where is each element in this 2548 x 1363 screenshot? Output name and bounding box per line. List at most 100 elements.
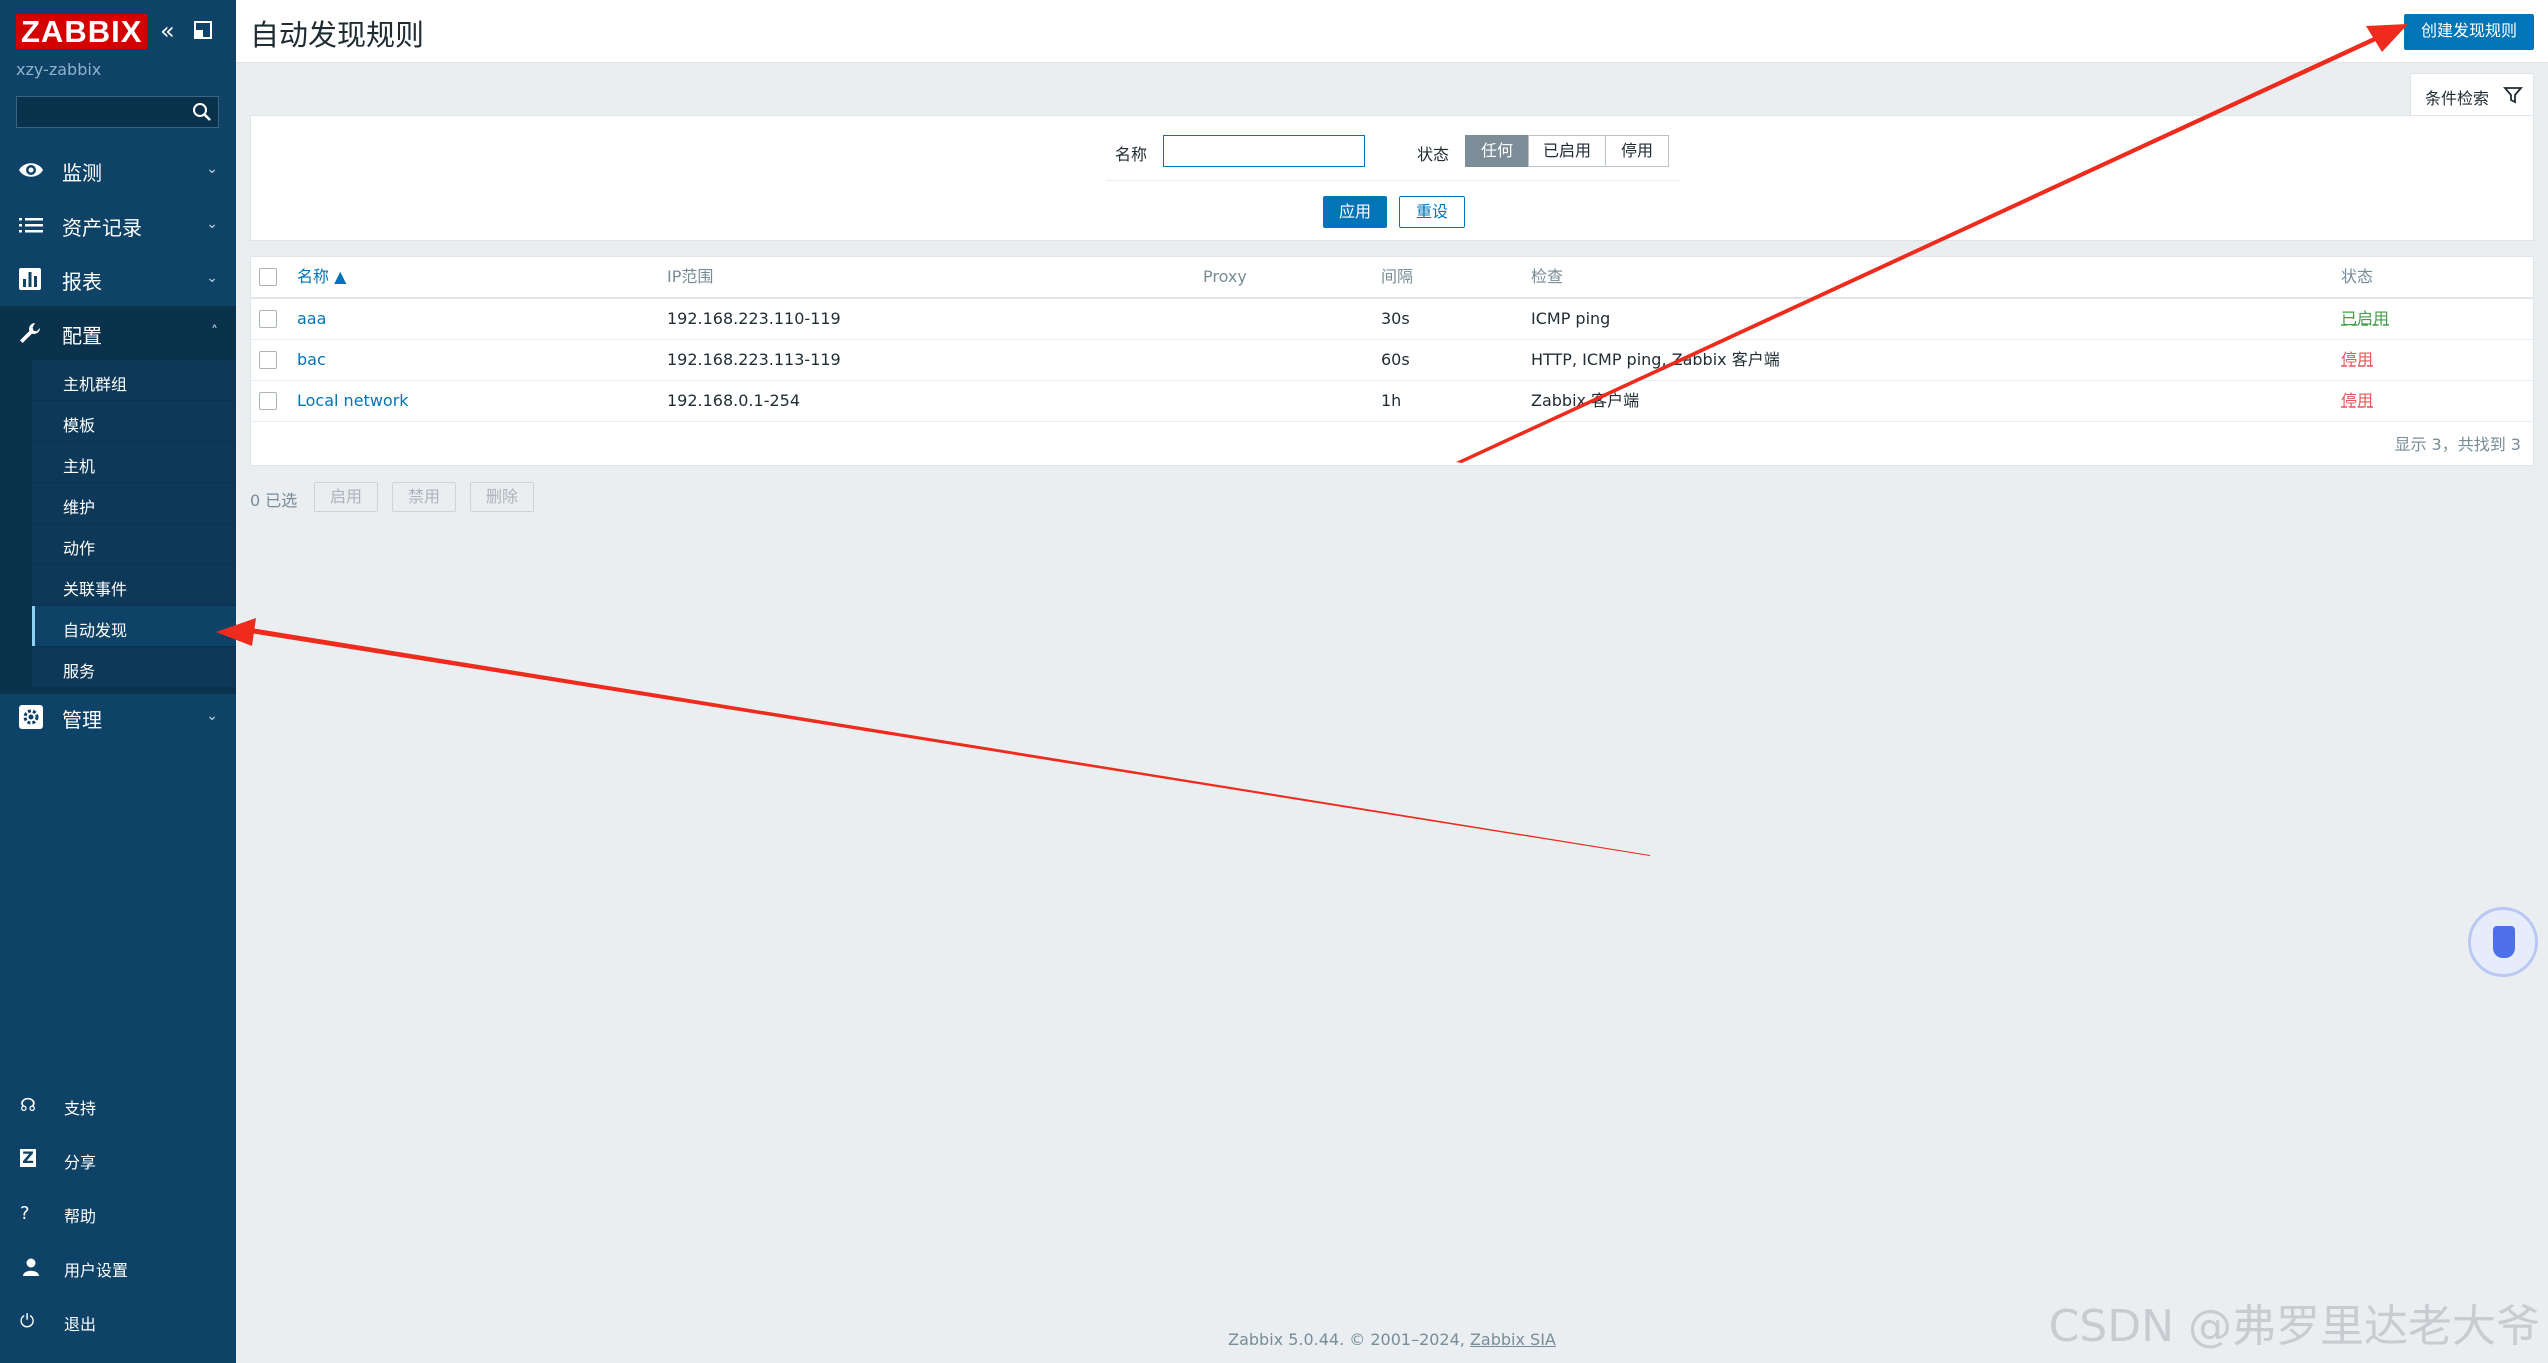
submenu-label: 自动发现 (63, 621, 128, 640)
column-header-ip-range: IP范围 (667, 267, 714, 286)
nav-label: 支持 (64, 1099, 97, 1118)
menu-monitoring[interactable]: 监测 ⌄ (0, 143, 236, 197)
enable-button[interactable]: 启用 (314, 482, 378, 512)
submenu-maintenance[interactable]: 维护 (32, 483, 236, 524)
name-filter-label: 名称 (1115, 145, 1148, 164)
menu-label: 资产记录 (62, 216, 142, 240)
nav-share[interactable]: Z 分享 (0, 1139, 236, 1179)
nav-label: 分享 (64, 1153, 97, 1172)
submenu-label: 动作 (63, 539, 96, 558)
share-icon: Z (20, 1149, 36, 1167)
list-icon (19, 218, 43, 233)
submenu-host-groups[interactable]: 主机群组 (32, 360, 236, 401)
delete-button[interactable]: 删除 (470, 482, 534, 512)
status-toggle[interactable]: 停用 (2341, 381, 2373, 421)
nav-label: 退出 (64, 1315, 97, 1334)
status-toggle[interactable]: 已启用 (2341, 299, 2389, 339)
bar-chart-icon (19, 268, 41, 290)
rule-name-link[interactable]: Local network (297, 381, 409, 421)
column-header-proxy: Proxy (1203, 267, 1247, 286)
chevron-down-icon: ⌄ (206, 270, 218, 286)
status-toggle[interactable]: 停用 (2341, 340, 2373, 380)
select-all-checkbox[interactable] (259, 268, 277, 286)
create-discovery-rule-button[interactable]: 创建发现规则 (2403, 14, 2534, 50)
submenu-discovery[interactable]: 自动发现 (32, 606, 236, 647)
interval: 30s (1381, 309, 1410, 328)
status-option-enabled[interactable]: 已启用 (1528, 135, 1606, 167)
help-icon: ? (20, 1203, 30, 1224)
menu-configuration[interactable]: 配置 ˄ (0, 306, 236, 360)
chevron-down-icon: ⌄ (206, 708, 218, 724)
assistant-icon (2493, 926, 2515, 958)
nav-help[interactable]: ? 帮助 (0, 1193, 236, 1233)
submenu-templates[interactable]: 模板 (32, 401, 236, 442)
column-header-checks: 检查 (1531, 267, 1564, 286)
apply-button[interactable]: 应用 (1323, 196, 1387, 228)
row-checkbox[interactable] (259, 310, 277, 328)
submenu-label: 主机 (63, 457, 96, 476)
submenu-event-correlation[interactable]: 关联事件 (32, 565, 236, 606)
row-checkbox[interactable] (259, 392, 277, 410)
filter-tab[interactable]: 条件检索 (2410, 73, 2534, 117)
eye-icon (19, 163, 43, 177)
chevron-down-icon: ⌄ (206, 216, 218, 232)
filter-icon (2503, 87, 2523, 104)
kiosk-mode-icon[interactable] (193, 20, 213, 40)
checks: ICMP ping (1531, 309, 1611, 328)
sidebar: ZABBIX « xzy-zabbix 监测 ⌄ 资产记录 ⌄ 报表 ⌄ 配置 … (0, 0, 236, 1363)
nav-support[interactable]: ☊ 支持 (0, 1085, 236, 1125)
nav-label: 用户设置 (64, 1261, 129, 1280)
column-header-name[interactable]: 名称 ▲ (297, 257, 346, 297)
disable-button[interactable]: 禁用 (392, 482, 456, 512)
submenu-services[interactable]: 服务 (32, 647, 236, 688)
collapse-sidebar-icon[interactable]: « (160, 18, 186, 44)
menu-label: 配置 (62, 324, 102, 348)
nav-sign-out[interactable]: ⏻ 退出 (0, 1301, 236, 1341)
chevron-up-icon: ˄ (211, 324, 218, 340)
status-option-disabled[interactable]: 停用 (1605, 135, 1669, 167)
search-icon[interactable] (192, 102, 212, 122)
user-icon (23, 1258, 39, 1276)
server-name: xzy-zabbix (16, 60, 102, 79)
menu-label: 监测 (62, 161, 102, 185)
filter-divider (1106, 180, 1680, 181)
gear-icon (19, 705, 43, 729)
selected-count: 0 已选 (250, 491, 298, 510)
nav-label: 帮助 (64, 1207, 97, 1226)
page-title: 自动发现规则 (250, 18, 425, 52)
chevron-down-icon: ⌄ (206, 161, 218, 177)
row-checkbox[interactable] (259, 351, 277, 369)
status-option-any[interactable]: 任何 (1465, 135, 1529, 167)
submenu-actions[interactable]: 动作 (32, 524, 236, 565)
interval: 60s (1381, 350, 1410, 369)
menu-administration[interactable]: 管理 ⌄ (0, 690, 236, 744)
checks: HTTP, ICMP ping, Zabbix 客户端 (1531, 350, 1780, 369)
menu-reports[interactable]: 报表 ⌄ (0, 252, 236, 306)
rule-name-link[interactable]: aaa (297, 299, 326, 339)
copyright-text: Zabbix 5.0.44. © 2001–2024, (1228, 1330, 1465, 1349)
ip-range: 192.168.223.110-119 (667, 309, 841, 328)
menu-inventory[interactable]: 资产记录 ⌄ (0, 198, 236, 252)
table-row: bac 192.168.223.113-119 60s HTTP, ICMP p… (251, 340, 2533, 381)
floating-assistant-button[interactable] (2468, 907, 2538, 977)
zabbix-logo[interactable]: ZABBIX (16, 14, 148, 49)
name-filter-input[interactable] (1163, 135, 1365, 167)
watermark: CSDN @弗罗里达老大爷 (2048, 1301, 2540, 1352)
power-icon: ⏻ (20, 1311, 35, 1332)
table-row: Local network 192.168.0.1-254 1h Zabbix … (251, 381, 2533, 422)
menu-label: 报表 (62, 270, 102, 294)
zabbix-sia-link[interactable]: Zabbix SIA (1470, 1330, 1556, 1349)
status-filter-label: 状态 (1417, 145, 1450, 164)
filter-panel: 名称 状态 任何 已启用 停用 应用 重设 (250, 115, 2534, 241)
submenu-label: 维护 (63, 498, 96, 517)
nav-user-settings[interactable]: 用户设置 (0, 1247, 236, 1287)
reset-button[interactable]: 重设 (1399, 196, 1465, 228)
filter-tab-label: 条件检索 (2425, 89, 2490, 108)
page-header: 自动发现规则 创建发现规则 (236, 0, 2548, 63)
wrench-icon (20, 323, 40, 343)
ip-range: 192.168.0.1-254 (667, 391, 801, 410)
submenu-hosts[interactable]: 主机 (32, 442, 236, 483)
submenu-label: 服务 (63, 662, 96, 681)
rule-name-link[interactable]: bac (297, 340, 326, 380)
search-input[interactable] (21, 100, 185, 126)
